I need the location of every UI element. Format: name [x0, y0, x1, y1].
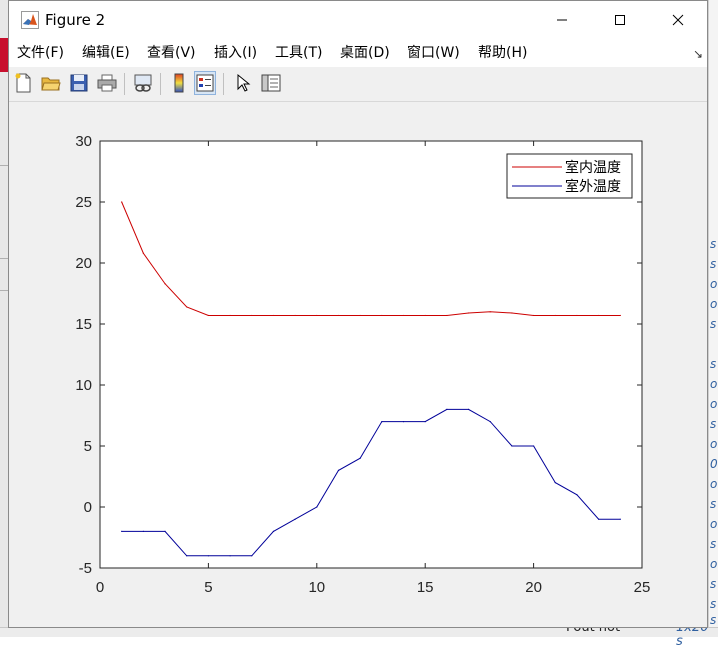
data-point	[446, 314, 448, 317]
data-point	[424, 421, 426, 423]
data-point	[402, 421, 405, 423]
x-tick-label: 20	[525, 579, 542, 596]
data-point	[294, 314, 296, 317]
data-point	[164, 530, 166, 533]
data-point	[511, 312, 513, 314]
data-point	[467, 312, 470, 314]
data-point	[251, 555, 253, 557]
plot-area	[99, 140, 643, 569]
data-point	[121, 201, 123, 203]
data-point	[424, 314, 426, 317]
y-tick-label: 10	[75, 377, 92, 394]
line-chart: 0 5 10 15 20 25-5051015202530室内温度室外温度	[75, 133, 651, 596]
y-tick-label: 0	[84, 499, 92, 516]
legend-label: 室外温度	[565, 178, 621, 195]
x-tick-label: 15	[417, 579, 434, 596]
data-point	[598, 314, 600, 317]
y-tick-label: 5	[84, 438, 92, 455]
data-point	[576, 314, 578, 317]
data-point	[337, 469, 340, 471]
x-tick-label: 5	[204, 579, 212, 596]
legend-label: 室内温度	[565, 159, 621, 176]
data-point	[619, 314, 621, 317]
data-point	[598, 518, 600, 520]
data-point	[142, 252, 144, 254]
data-point	[272, 530, 275, 533]
data-point	[294, 518, 296, 520]
data-point	[272, 314, 275, 317]
x-tick-label: 25	[634, 579, 651, 596]
data-point	[402, 314, 405, 317]
data-point	[316, 506, 318, 508]
data-point	[446, 408, 448, 410]
y-tick-label: 20	[75, 255, 92, 272]
data-point	[381, 314, 383, 317]
y-tick-label: 30	[75, 133, 92, 150]
data-point	[489, 421, 491, 423]
y-tick-label: -5	[79, 560, 92, 577]
data-point	[337, 314, 340, 317]
x-tick-label: 0	[96, 579, 104, 596]
data-point	[121, 530, 123, 533]
data-point	[164, 283, 166, 285]
data-point	[359, 457, 361, 459]
data-point	[381, 421, 383, 423]
data-point	[489, 311, 491, 313]
y-tick-label: 15	[75, 316, 92, 333]
data-point	[554, 314, 556, 317]
data-point	[316, 314, 318, 317]
data-point	[207, 555, 209, 557]
data-point	[619, 518, 621, 520]
data-point	[359, 314, 361, 317]
y-tick-label: 25	[75, 194, 92, 211]
data-point	[554, 482, 556, 484]
data-point	[533, 314, 535, 317]
x-tick-label: 10	[308, 579, 325, 596]
data-point	[142, 530, 144, 533]
data-point	[467, 408, 470, 410]
data-point	[533, 445, 535, 447]
data-point	[511, 445, 513, 447]
data-point	[229, 314, 231, 317]
data-point	[229, 555, 231, 557]
data-point	[251, 314, 253, 317]
data-point	[576, 494, 578, 496]
data-point	[186, 306, 188, 308]
data-point	[186, 555, 188, 557]
data-point	[207, 314, 209, 317]
